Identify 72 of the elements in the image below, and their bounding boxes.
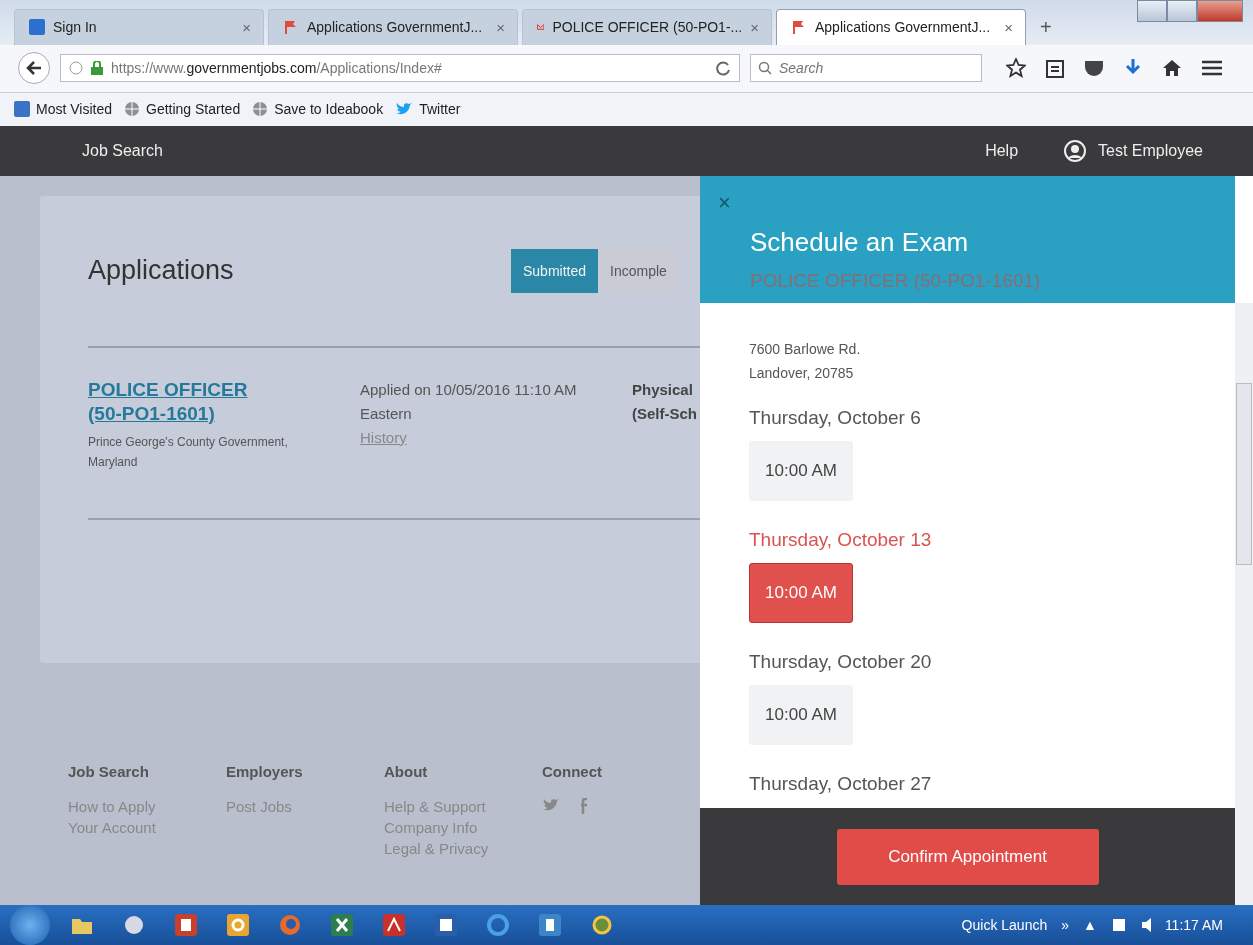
footer-heading: Employers	[226, 762, 304, 780]
scrollbar[interactable]	[1235, 302, 1253, 905]
app-icon	[537, 912, 563, 938]
home-icon	[1162, 59, 1182, 78]
address-bar[interactable]: https://www.governmentjobs.com/Applications/Index#	[60, 54, 740, 83]
time-slot-button[interactable]: 10:00 AM	[749, 684, 853, 745]
footer-heading: Job Search	[68, 762, 150, 780]
panel-title: Schedule an Exam	[750, 225, 970, 258]
speaker-icon	[1140, 917, 1151, 933]
start-button[interactable]	[10, 905, 50, 945]
chevron-button[interactable]: »	[1061, 917, 1069, 933]
confirm-button[interactable]: Confirm Appointment	[836, 828, 1099, 885]
user-menu[interactable]: Test Employee	[1098, 141, 1203, 160]
tray-arrow-button[interactable]: ▲	[1083, 917, 1097, 933]
filter-tab[interactable]: Incomple	[598, 248, 679, 293]
exam-date: Thursday, October 20	[749, 650, 933, 673]
lock-icon	[91, 61, 103, 76]
time-slot-button[interactable]: 10:00 AM	[749, 440, 853, 501]
menu-icon	[1202, 60, 1222, 77]
back-button[interactable]	[18, 52, 50, 85]
minimize-button[interactable]	[1137, 0, 1167, 22]
new-tab-button[interactable]: +	[1030, 15, 1062, 45]
applied-date: Applied on 10/05/2016 11:10 AM Eastern	[360, 379, 578, 424]
address-text: 7600 Barlowe Rd.	[749, 339, 862, 359]
f-letter-icon	[580, 797, 590, 814]
close-tab-button[interactable]: ×	[242, 18, 251, 36]
clipboard-icon	[1046, 58, 1064, 79]
bookmark-link[interactable]: Most Visited	[36, 101, 112, 118]
browser-tab[interactable]: POLICE OFFICER (50-PO1-... ×	[522, 8, 772, 45]
browser-tab[interactable]: Applications GovernmentJ... ×	[268, 8, 518, 45]
filter-tab[interactable]: Submitted	[511, 248, 599, 293]
left-arrow-icon	[26, 61, 42, 76]
bookmark-link[interactable]: Getting Started	[146, 101, 241, 118]
in-logo-icon	[29, 19, 45, 36]
flag-icon	[791, 19, 807, 36]
close-tab-button[interactable]: ×	[496, 18, 505, 36]
scrollbar-thumb[interactable]	[1236, 382, 1252, 565]
bird-icon	[395, 102, 414, 117]
search-field[interactable]: Search	[750, 54, 982, 83]
bookmark-link[interactable]: Save to Ideabook	[274, 101, 384, 118]
user-icon	[1064, 139, 1087, 162]
footer-heading: Connect	[542, 762, 603, 780]
spreadsheet-app-icon	[329, 912, 355, 938]
status-text: (Self-Sch	[632, 403, 697, 424]
reload-icon	[715, 60, 731, 77]
status-text: Physical	[632, 379, 694, 400]
browser-tab[interactable]: Applications GovernmentJ... ×	[776, 8, 1026, 45]
address-text: Landover, 20785	[749, 363, 855, 383]
close-tab-button[interactable]: ×	[1004, 18, 1013, 36]
quick-launch-label[interactable]: Quick Launch	[961, 917, 1048, 933]
exam-date: Thursday, October 6	[749, 406, 922, 429]
page-title: Applications	[88, 255, 235, 287]
job-search-link[interactable]: Job Search	[82, 141, 163, 160]
bird-icon	[542, 797, 560, 812]
browser-icon	[277, 912, 303, 938]
close-window-button[interactable]	[1197, 0, 1243, 22]
job-subtitle: POLICE OFFICER (50-PO1-1601)	[750, 269, 1042, 292]
exam-date: Thursday, October 13	[749, 528, 933, 551]
clock: 11:17 AM	[1164, 917, 1223, 933]
footer-heading: About	[384, 762, 429, 780]
maximize-button[interactable]	[1167, 0, 1197, 22]
browser-tab[interactable]: Sign In ×	[14, 8, 264, 45]
search-icon	[758, 61, 772, 76]
star-icon	[1006, 58, 1026, 79]
help-link[interactable]: Help	[985, 141, 1019, 160]
bookmark-link[interactable]: Twitter	[419, 101, 461, 118]
time-slot-button[interactable]: 10:00 AM	[749, 562, 853, 623]
bookmark-icon	[14, 101, 30, 118]
employer-text: Prince George's County Government, Maryland	[88, 433, 289, 471]
exam-date: Thursday, October 27	[749, 772, 933, 795]
flag-icon	[283, 19, 299, 36]
close-tab-button[interactable]: ×	[750, 18, 759, 36]
